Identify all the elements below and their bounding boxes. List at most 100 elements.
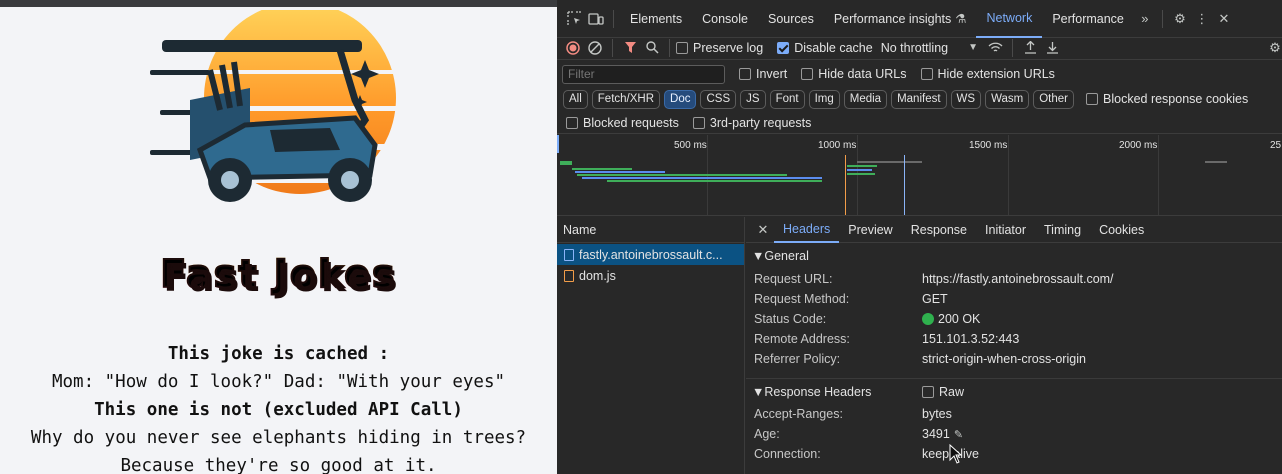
close-devtools-icon[interactable]: ✕ — [1213, 8, 1235, 30]
detail-tab-bar: ✕ Headers Preview Response Initiator Tim… — [746, 217, 1282, 243]
hide-extension-urls-box[interactable] — [920, 68, 933, 80]
type-filter-doc[interactable]: Doc — [664, 89, 697, 109]
general-section-toggle[interactable]: ▼General — [746, 243, 1282, 269]
header-key: Connection: — [754, 447, 821, 461]
type-filter-ws[interactable]: WS — [950, 89, 982, 109]
throttling-dropdown-icon[interactable]: ▼ — [962, 37, 984, 59]
tab-console[interactable]: Console — [692, 0, 758, 38]
type-filter-other[interactable]: Other — [1033, 89, 1074, 109]
blocked-response-cookies-label: Blocked response cookies — [1103, 92, 1249, 106]
third-party-requests-checkbox[interactable]: 3rd-party requests — [692, 116, 811, 130]
timeline-bar — [847, 173, 875, 175]
joke-heading-not-cached: This one is not (excluded API Call) — [94, 400, 463, 420]
timeline-bar — [577, 174, 787, 176]
blocked-requests-box[interactable] — [566, 116, 578, 129]
divider — [669, 38, 670, 57]
timeline-label-1500: 1500 ms — [969, 140, 1008, 151]
detail-tab-response[interactable]: Response — [902, 217, 976, 243]
response-headers-toggle[interactable]: ▼Response Headers — [752, 385, 922, 399]
request-detail-pane: ✕ Headers Preview Response Initiator Tim… — [746, 217, 1282, 474]
type-filter-media[interactable]: Media — [843, 89, 888, 109]
detail-tab-timing[interactable]: Timing — [1035, 217, 1090, 243]
preserve-log-checkbox[interactable]: Preserve log — [676, 41, 763, 55]
raw-label: Raw — [939, 384, 965, 399]
type-filter-font[interactable]: Font — [769, 89, 805, 109]
header-row-request-url: Request URL: https://fastly.antoinebross… — [746, 269, 1282, 289]
raw-box[interactable] — [922, 385, 934, 398]
type-filter-wasm[interactable]: Wasm — [985, 89, 1030, 109]
filter-input[interactable] — [562, 64, 725, 84]
tab-performance[interactable]: Performance — [1042, 0, 1134, 38]
type-filter-fetch-xhr[interactable]: Fetch/XHR — [591, 89, 661, 109]
blocked-requests-label: Blocked requests — [583, 115, 679, 130]
network-conditions-wifi-icon[interactable] — [984, 37, 1006, 59]
blocked-response-cookies-box[interactable] — [1086, 93, 1098, 105]
record-stop-icon[interactable] — [562, 37, 584, 59]
status-code-text: 200 OK — [938, 312, 981, 326]
detail-tab-initiator[interactable]: Initiator — [976, 217, 1035, 243]
detail-tab-preview[interactable]: Preview — [839, 217, 901, 243]
tab-elements[interactable]: Elements — [620, 0, 692, 38]
golf-cart-logo — [150, 10, 410, 202]
header-key: Age: — [754, 427, 780, 441]
hide-extension-urls-checkbox[interactable]: Hide extension URLs — [920, 67, 1055, 81]
type-filter-img[interactable]: Img — [808, 89, 840, 109]
type-filter-css[interactable]: CSS — [700, 89, 737, 109]
close-detail-icon[interactable]: ✕ — [752, 219, 774, 241]
detail-tab-cookies[interactable]: Cookies — [1090, 217, 1153, 243]
preserve-log-box[interactable] — [676, 41, 688, 54]
request-row-fastly[interactable]: fastly.antoinebrossault.c... — [557, 244, 744, 265]
request-row-dom-js[interactable]: dom.js — [557, 265, 744, 286]
type-filter-manifest[interactable]: Manifest — [891, 89, 947, 109]
device-toolbar-icon[interactable] — [585, 8, 607, 30]
search-icon[interactable] — [641, 37, 663, 59]
joke-text-line-1: Why do you never see elephants hiding in… — [30, 428, 527, 448]
disable-cache-checkbox[interactable]: Disable cache — [777, 41, 873, 55]
disable-cache-box[interactable] — [777, 41, 790, 54]
type-filter-all[interactable]: All — [563, 89, 588, 109]
blocked-response-cookies-checkbox[interactable]: Blocked response cookies — [1086, 92, 1248, 106]
export-har-download-icon[interactable] — [1041, 37, 1063, 59]
network-timeline-overview[interactable]: 500 ms 1000 ms 1500 ms 2000 ms 25 — [557, 135, 1282, 216]
hide-data-urls-label: Hide data URLs — [818, 67, 907, 81]
name-column-header[interactable]: Name — [557, 217, 744, 243]
timeline-bar — [572, 168, 632, 170]
script-file-icon — [564, 269, 574, 282]
hide-data-urls-checkbox[interactable]: Hide data URLs — [801, 67, 907, 81]
hide-data-urls-box[interactable] — [801, 68, 814, 80]
throttling-select[interactable]: No throttling — [881, 41, 948, 55]
header-key: Request URL: — [754, 272, 833, 286]
request-name: dom.js — [579, 268, 616, 283]
type-filter-js[interactable]: JS — [740, 89, 766, 109]
web-page: Fast Jokes This joke is cached : Mom: "H… — [0, 0, 557, 474]
header-value: 151.101.3.52:443 — [922, 332, 1020, 346]
clear-icon[interactable] — [584, 37, 606, 59]
header-key: Referrer Policy: — [754, 352, 841, 366]
invert-checkbox[interactable]: Invert — [739, 67, 787, 81]
blocked-requests-row: Blocked requests 3rd-party requests — [557, 112, 1282, 134]
age-value: 3491 — [922, 427, 950, 441]
timeline-gridline — [1008, 135, 1009, 215]
invert-box[interactable] — [739, 68, 751, 80]
header-key: Request Method: — [754, 292, 850, 306]
import-har-upload-icon[interactable] — [1019, 37, 1041, 59]
status-ok-dot-icon — [922, 313, 934, 325]
tab-sources[interactable]: Sources — [758, 0, 824, 38]
detail-tab-headers[interactable]: Headers — [774, 217, 840, 243]
timeline-bar — [857, 161, 922, 163]
edit-pencil-icon[interactable]: ✎ — [954, 428, 963, 441]
blocked-requests-checkbox[interactable]: Blocked requests — [566, 116, 679, 130]
settings-gear-icon[interactable]: ⚙ — [1169, 8, 1191, 30]
more-options-icon[interactable]: ⋮ — [1191, 8, 1213, 30]
filter-funnel-icon[interactable] — [619, 37, 641, 59]
divider — [613, 9, 614, 28]
divider — [1012, 38, 1014, 57]
inspect-element-icon[interactable] — [563, 8, 585, 30]
tab-network[interactable]: Network — [976, 0, 1043, 38]
more-tabs-chevron-icon[interactable]: » — [1134, 8, 1156, 30]
network-toolbar: Preserve log Disable cache No throttling… — [557, 36, 1282, 60]
network-settings-gear-icon[interactable]: ⚙ — [1264, 37, 1282, 59]
third-party-requests-box[interactable] — [692, 116, 705, 129]
raw-checkbox[interactable]: Raw — [922, 385, 964, 399]
tab-performance-insights[interactable]: Performance insights ⚗ — [824, 0, 977, 38]
